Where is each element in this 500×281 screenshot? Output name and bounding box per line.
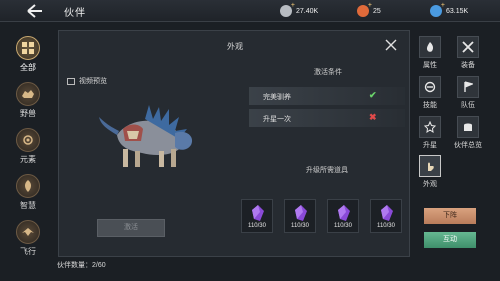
menu-attributes[interactable]: 属性 — [415, 36, 445, 70]
nav-label: 元素 — [20, 155, 36, 164]
flame-icon — [419, 36, 441, 58]
resource-orange-gem[interactable]: + 25 — [357, 2, 381, 19]
condition-label: 升星一次 — [263, 116, 291, 123]
menu-label: 升星 — [423, 142, 437, 149]
menu-label: 属性 — [423, 62, 437, 69]
overview-icon — [457, 116, 479, 138]
purple-crystal-icon — [338, 205, 350, 221]
resource-value: 25 — [373, 7, 381, 15]
star-icon — [419, 116, 441, 138]
partner-count: 伙伴数量：2/60 — [57, 262, 106, 269]
grid-icon — [16, 36, 40, 60]
blue-gem-icon: + — [430, 2, 445, 17]
check-icon: ✔ — [369, 90, 377, 100]
partner-model — [99, 105, 193, 167]
cross-icon: ✖ — [369, 112, 377, 122]
interact-button[interactable]: 互动 — [424, 232, 476, 248]
nav-item-wisdom[interactable]: 智慧 — [8, 174, 48, 211]
required-item[interactable]: 110/30 — [327, 199, 359, 233]
menu-appearance[interactable]: 外观 — [415, 155, 445, 189]
deploy-button[interactable]: 下阵 — [424, 208, 476, 224]
menu-equipment[interactable]: 装备 — [453, 36, 483, 70]
menu-label: 技能 — [423, 102, 437, 109]
resource-blue-gem[interactable]: + 63.15K — [430, 2, 469, 19]
resource-value: 63.15K — [446, 7, 469, 15]
flight-icon — [16, 220, 40, 244]
dialog-title: 外观 — [227, 42, 243, 51]
resource-coin[interactable]: + 27.40K — [280, 2, 319, 19]
activate-button[interactable]: 激活 — [97, 219, 165, 237]
menu-skills[interactable]: 技能 — [415, 76, 445, 110]
conditions-header: 激活条件 — [314, 69, 342, 76]
element-icon — [16, 128, 40, 152]
category-nav: 全部 野兽 元素 智慧 飞行 — [0, 22, 50, 281]
back-arrow-icon[interactable] — [26, 4, 44, 18]
menu-overview[interactable]: 伙伴总览 — [453, 116, 483, 150]
close-icon[interactable] — [385, 39, 397, 51]
purple-crystal-icon — [381, 205, 393, 221]
condition-label: 完美驯养 — [263, 94, 291, 101]
video-preview[interactable]: 视频预览 — [67, 76, 107, 86]
item-count: 110/30 — [334, 223, 352, 229]
nav-item-beast[interactable]: 野兽 — [8, 82, 48, 119]
menu-label: 装备 — [461, 62, 475, 69]
required-item[interactable]: 110/30 — [241, 199, 273, 233]
menu-team[interactable]: 队伍 — [453, 76, 483, 110]
video-icon — [67, 77, 75, 85]
nav-label: 全部 — [20, 63, 36, 72]
item-count: 110/30 — [377, 223, 395, 229]
video-preview-label: 视频预览 — [79, 78, 107, 85]
wisdom-icon — [16, 174, 40, 198]
item-count: 110/30 — [291, 223, 309, 229]
nav-label: 智慧 — [20, 201, 36, 210]
orange-gem-icon: + — [357, 2, 372, 17]
hand-icon — [419, 155, 441, 177]
required-item[interactable]: 110/30 — [284, 199, 316, 233]
required-items-header: 升级所需道具 — [306, 167, 348, 174]
menu-label: 队伍 — [461, 102, 475, 109]
flag-icon — [457, 76, 479, 98]
page-title: 伙伴 — [64, 8, 86, 19]
condition-row: 升星一次 ✖ — [249, 109, 405, 127]
purple-crystal-icon — [295, 205, 307, 221]
menu-label: 伙伴总览 — [454, 142, 482, 149]
purple-crystal-icon — [252, 205, 264, 221]
skill-icon — [419, 76, 441, 98]
nav-item-all[interactable]: 全部 — [8, 36, 48, 73]
condition-row: 完美驯养 ✔ — [249, 87, 405, 105]
beast-icon — [16, 82, 40, 106]
required-item[interactable]: 110/30 — [370, 199, 402, 233]
resource-value: 27.40K — [296, 7, 319, 15]
appearance-dialog: 外观 视频预览 激活 激活条件 完美驯养 ✔ 升星一次 ✖ 升级所需道具 110… — [58, 30, 410, 257]
item-count: 110/30 — [248, 223, 266, 229]
coin-icon: + — [280, 2, 295, 17]
menu-label: 外观 — [423, 181, 437, 188]
crossed-swords-icon — [457, 36, 479, 58]
nav-item-flight[interactable]: 飞行 — [8, 220, 48, 257]
nav-item-element[interactable]: 元素 — [8, 128, 48, 165]
nav-label: 飞行 — [20, 247, 36, 256]
nav-label: 野兽 — [20, 109, 36, 118]
menu-star-up[interactable]: 升星 — [415, 116, 445, 150]
top-bar: 伙伴 + 27.40K + 25 + 63.15K — [0, 0, 500, 22]
